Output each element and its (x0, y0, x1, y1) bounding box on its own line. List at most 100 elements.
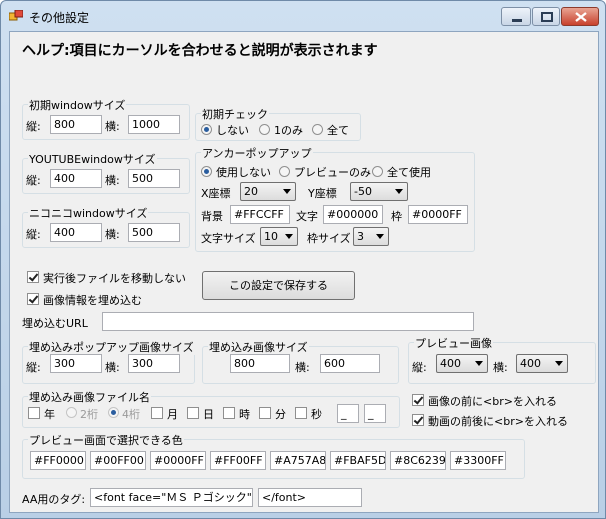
color-input[interactable]: #FF00FF (210, 451, 266, 470)
app-icon (9, 10, 23, 21)
preview-width-value: 400 (520, 357, 541, 370)
color-input[interactable]: #FBAF5D (330, 451, 386, 470)
embed-url-input[interactable] (102, 312, 474, 331)
initial-check-option-none: しない (216, 124, 249, 137)
chevron-down-icon (376, 234, 384, 239)
niconico-width-input[interactable]: 500 (128, 223, 180, 242)
anchor-option-preview: プレビューのみ (294, 166, 371, 179)
anchor-y-select[interactable]: -50 (350, 182, 408, 201)
embed-image-label: 埋め込み画像サイズ (208, 339, 309, 355)
anchor-option-all: 全て使用 (387, 166, 431, 179)
filename-month-label: 月 (167, 408, 178, 421)
filename-day-checkbox[interactable] (187, 407, 199, 419)
aa-close-tag-input[interactable]: </font> (258, 488, 362, 507)
initial-window-label: 初期windowサイズ (28, 97, 127, 113)
initial-height-label: 縦: (26, 120, 41, 133)
youtube-height-input[interactable]: 400 (50, 169, 102, 188)
window-title: その他設定 (29, 11, 90, 25)
anchor-text-input[interactable]: #000000 (323, 205, 383, 224)
anchor-radio-preview[interactable] (279, 166, 290, 177)
preview-height-select[interactable]: 400 (436, 354, 488, 373)
anchor-border-size-label: 枠サイズ (307, 232, 351, 245)
embed-filename-label: 埋め込み画像ファイル名 (28, 389, 151, 405)
initial-check-option-one: 1のみ (274, 124, 303, 137)
youtube-width-label: 横: (105, 174, 120, 187)
anchor-radio-all[interactable] (372, 166, 383, 177)
minimize-icon (512, 19, 522, 22)
initial-check-radio-none[interactable] (201, 124, 212, 135)
filename-year-label: 年 (44, 408, 55, 421)
youtube-height-label: 縦: (26, 174, 41, 187)
preview-height-value: 400 (440, 357, 461, 370)
anchor-x-select[interactable]: 20 (240, 182, 296, 201)
minimize-button[interactable] (501, 7, 531, 26)
help-text: ヘルプ:項目にカーソルを合わせると説明が表示されます (22, 43, 378, 59)
embed-popup-width-input[interactable]: 300 (128, 354, 180, 373)
embed-image-width-input[interactable]: 600 (320, 354, 380, 373)
color-input[interactable]: #00FF00 (90, 451, 146, 470)
filename-month-checkbox[interactable] (151, 407, 163, 419)
anchor-font-size-value: 10 (264, 230, 278, 243)
initial-width-label: 横: (105, 120, 120, 133)
initial-check-label: 初期チェック (201, 106, 269, 122)
initial-check-radio-all[interactable] (312, 124, 323, 135)
color-input[interactable]: #0000FF (150, 451, 206, 470)
embed-popup-label: 埋め込みポップアップ画像サイズ (28, 339, 195, 355)
filename-day-label: 日 (203, 408, 214, 421)
initial-check-radio-one[interactable] (259, 124, 270, 135)
anchor-popup-label: アンカーポップアップ (201, 145, 313, 161)
niconico-height-input[interactable]: 400 (50, 223, 102, 242)
aa-open-tag-input[interactable]: <font face="ＭＳ Ｐゴシック"> (90, 488, 253, 507)
anchor-y-label: Y座標 (308, 187, 337, 200)
embed-popup-width-label: 横: (105, 361, 120, 374)
preview-height-label: 縦: (412, 361, 427, 374)
filename-second-checkbox[interactable] (295, 407, 307, 419)
no-move-checkbox[interactable] (27, 271, 39, 283)
filename-separator-1[interactable]: _ (337, 404, 359, 423)
embed-popup-height-input[interactable]: 300 (50, 354, 102, 373)
maximize-icon (541, 12, 553, 22)
youtube-width-input[interactable]: 500 (128, 169, 180, 188)
color-input[interactable]: #A757A8 (270, 451, 326, 470)
color-input[interactable]: #3300FF (450, 451, 506, 470)
anchor-y-value: -50 (354, 185, 372, 198)
color-input[interactable]: #FF0000 (30, 451, 86, 470)
chevron-down-icon (395, 189, 403, 194)
aa-tag-label: AA用のタグ: (22, 493, 86, 506)
filename-separator-2[interactable]: _ (364, 404, 386, 423)
anchor-font-size-select[interactable]: 10 (260, 227, 298, 246)
maximize-button[interactable] (532, 7, 560, 26)
anchor-x-value: 20 (244, 185, 258, 198)
filename-year-checkbox[interactable] (28, 407, 40, 419)
title-bar[interactable]: その他設定 (1, 1, 605, 31)
close-button[interactable] (561, 7, 599, 26)
preview-width-select[interactable]: 400 (516, 354, 568, 373)
initial-height-input[interactable]: 800 (50, 115, 102, 134)
br-around-video-label: 動画の前後に<br>を入れる (428, 415, 568, 428)
filename-2digit-radio[interactable] (66, 407, 77, 418)
filename-minute-label: 分 (275, 408, 286, 421)
filename-4digit-radio[interactable] (108, 407, 119, 418)
anchor-bg-input[interactable]: #FFCCFF (230, 205, 290, 224)
anchor-border-input[interactable]: #0000FF (408, 205, 468, 224)
anchor-border-size-value: 3 (357, 230, 364, 243)
embed-info-label: 画像情報を埋め込む (43, 294, 142, 307)
br-before-image-label: 画像の前に<br>を入れる (428, 395, 557, 408)
anchor-border-label: 枠 (391, 210, 402, 223)
preview-width-label: 横: (493, 361, 508, 374)
anchor-radio-none[interactable] (201, 166, 212, 177)
filename-minute-checkbox[interactable] (259, 407, 271, 419)
initial-width-input[interactable]: 1000 (128, 115, 180, 134)
filename-hour-checkbox[interactable] (223, 407, 235, 419)
save-settings-button[interactable]: この設定で保存する (202, 271, 355, 300)
color-input[interactable]: #8C6239 (390, 451, 446, 470)
embed-info-checkbox[interactable] (27, 293, 39, 305)
br-around-video-checkbox[interactable] (412, 414, 424, 426)
embed-image-height-input[interactable]: 800 (230, 354, 290, 373)
niconico-width-label: 横: (105, 228, 120, 241)
chevron-down-icon (285, 234, 293, 239)
niconico-window-label: ニコニコwindowサイズ (28, 205, 149, 221)
chevron-down-icon (475, 361, 483, 366)
br-before-image-checkbox[interactable] (412, 394, 424, 406)
anchor-border-size-select[interactable]: 3 (353, 227, 389, 246)
